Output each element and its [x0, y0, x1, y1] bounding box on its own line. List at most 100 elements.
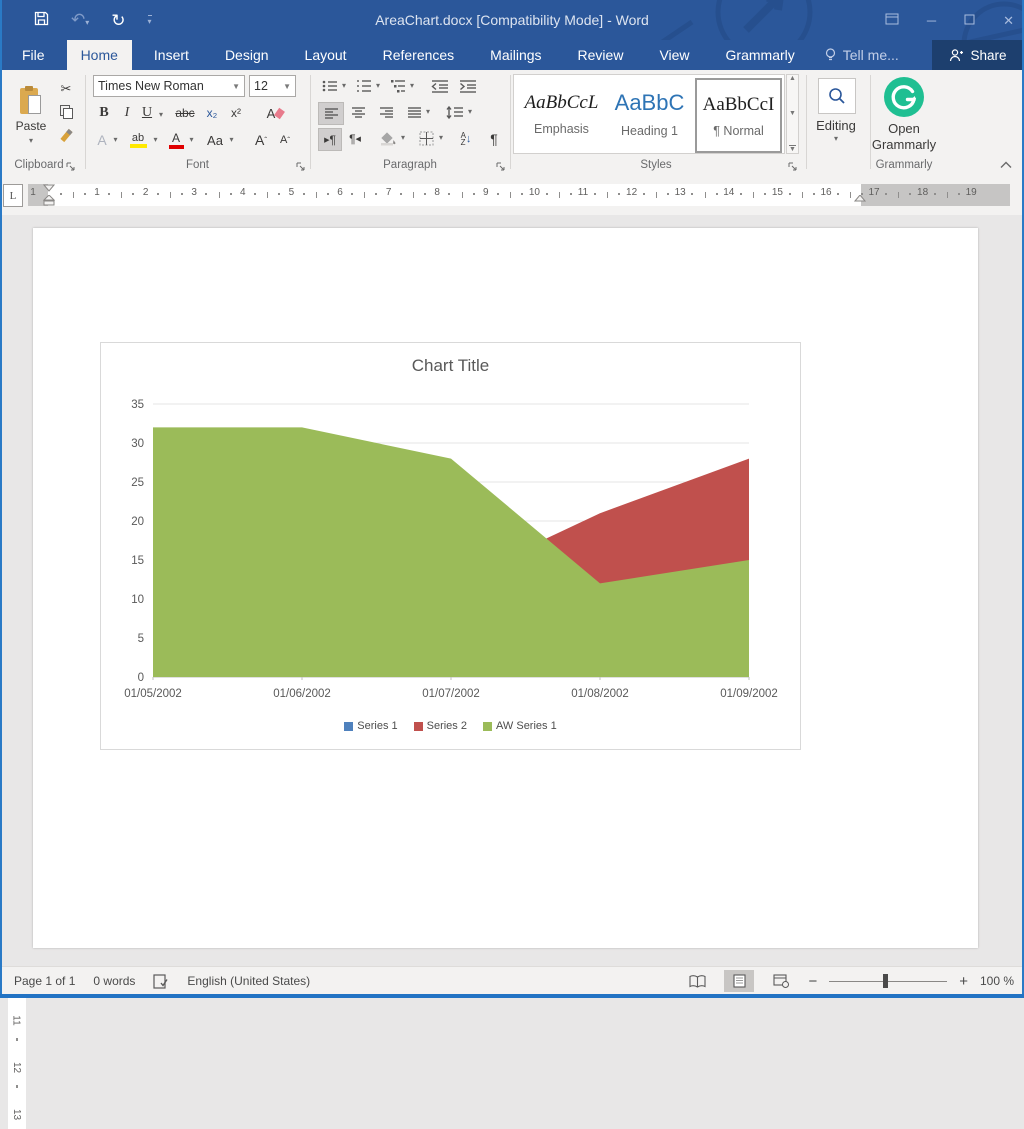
- zoom-in-button[interactable]: +: [959, 973, 968, 990]
- line-spacing-icon[interactable]: [442, 102, 468, 123]
- style-emphasis[interactable]: AaBbCcL Emphasis: [519, 78, 604, 149]
- strikethrough-button[interactable]: abc: [172, 104, 198, 122]
- justify-caret[interactable]: ▾: [426, 107, 430, 116]
- subscript-button[interactable]: x₂: [202, 104, 222, 122]
- minimize-icon[interactable]: ─: [927, 14, 936, 27]
- zoom-level[interactable]: 100 %: [980, 974, 1014, 988]
- undo-button[interactable]: ↶▾: [71, 11, 89, 30]
- ltr-paragraph-button[interactable]: ▶¶: [318, 128, 342, 151]
- highlight-color-button[interactable]: ab: [126, 128, 150, 152]
- paragraph-dialog-launcher-icon[interactable]: [496, 162, 506, 172]
- customize-qat-icon[interactable]: ▾: [148, 15, 152, 26]
- tab-mailings[interactable]: Mailings: [476, 40, 555, 70]
- hanging-indent-marker[interactable]: [43, 195, 55, 206]
- numbered-list-caret[interactable]: ▾: [376, 81, 380, 90]
- style-normal[interactable]: AaBbCcI ¶ Normal: [695, 78, 782, 153]
- tab-grammarly[interactable]: Grammarly: [712, 40, 809, 70]
- collapse-ribbon-icon[interactable]: [1000, 161, 1012, 169]
- rtl-paragraph-button[interactable]: ¶◀: [344, 128, 366, 149]
- grammarly-logo-icon[interactable]: [882, 75, 926, 119]
- tab-insert[interactable]: Insert: [140, 40, 203, 70]
- zoom-out-button[interactable]: −: [808, 973, 817, 990]
- web-layout-icon[interactable]: [766, 970, 796, 992]
- tab-file[interactable]: File: [8, 40, 59, 70]
- underline-caret[interactable]: ▾: [156, 108, 166, 120]
- italic-button[interactable]: I: [118, 103, 136, 123]
- justify-button[interactable]: [402, 102, 426, 123]
- borders-caret[interactable]: ▾: [439, 133, 443, 142]
- word-count[interactable]: 0 words: [93, 974, 135, 988]
- zoom-slider-thumb[interactable]: [883, 974, 888, 988]
- clear-formatting-button[interactable]: A: [264, 103, 286, 123]
- scroll-up-icon[interactable]: ▲: [789, 75, 796, 82]
- paste-dropdown-caret[interactable]: ▾: [29, 136, 33, 145]
- numbered-list-icon[interactable]: [352, 76, 376, 96]
- cut-icon[interactable]: ✂: [56, 80, 76, 98]
- copy-icon[interactable]: [56, 102, 76, 120]
- borders-icon[interactable]: [414, 128, 438, 149]
- font-color-button[interactable]: A: [166, 128, 186, 152]
- proofing-status-icon[interactable]: [153, 974, 169, 989]
- style-heading-1[interactable]: AaBbC Heading 1: [607, 78, 692, 149]
- shading-caret[interactable]: ▾: [401, 133, 405, 142]
- language-indicator[interactable]: English (United States): [187, 974, 310, 988]
- clipboard-dialog-launcher-icon[interactable]: [66, 162, 76, 172]
- shading-bucket-icon[interactable]: [376, 128, 400, 149]
- bullet-list-icon[interactable]: [318, 76, 342, 96]
- editing-search-icon[interactable]: [818, 78, 856, 114]
- change-case-caret[interactable]: ▾: [227, 135, 236, 144]
- tab-layout[interactable]: Layout: [291, 40, 361, 70]
- font-size-combo[interactable]: 12▼: [249, 75, 296, 97]
- right-indent-marker[interactable]: [854, 195, 866, 203]
- font-color-caret[interactable]: ▾: [187, 135, 196, 144]
- save-icon[interactable]: [34, 11, 49, 29]
- chart-object[interactable]: Chart Title 0510152025303501/05/200201/0…: [100, 342, 801, 750]
- tab-design[interactable]: Design: [211, 40, 283, 70]
- page-count[interactable]: Page 1 of 1: [14, 974, 75, 988]
- read-mode-icon[interactable]: [682, 970, 712, 992]
- scroll-down-icon[interactable]: ▼: [789, 110, 796, 117]
- tab-stop-selector[interactable]: L: [3, 184, 23, 207]
- redo-icon[interactable]: ↻: [111, 12, 125, 29]
- print-layout-icon[interactable]: [724, 970, 754, 992]
- tab-review[interactable]: Review: [564, 40, 638, 70]
- line-spacing-caret[interactable]: ▾: [468, 107, 472, 116]
- shrink-font-button[interactable]: Aˆ: [276, 130, 294, 150]
- superscript-button[interactable]: x²: [226, 104, 246, 122]
- editing-button-label[interactable]: Editing: [806, 116, 866, 134]
- underline-button[interactable]: U: [138, 103, 156, 123]
- share-button[interactable]: Share: [932, 40, 1024, 70]
- font-dialog-launcher-icon[interactable]: [296, 162, 306, 172]
- grow-font-button[interactable]: Aˆ: [252, 130, 270, 150]
- tab-home[interactable]: Home: [67, 40, 132, 70]
- highlight-caret[interactable]: ▾: [151, 135, 160, 144]
- tell-me-box[interactable]: Tell me...: [809, 40, 899, 70]
- increase-indent-icon[interactable]: [456, 76, 480, 96]
- bullet-list-caret[interactable]: ▾: [342, 81, 346, 90]
- gallery-expand-icon[interactable]: ▼: [789, 145, 796, 153]
- editing-caret[interactable]: ▾: [830, 134, 842, 143]
- multilevel-list-icon[interactable]: [386, 76, 410, 96]
- document-page[interactable]: Chart Title 0510152025303501/05/200201/0…: [33, 228, 978, 948]
- open-grammarly-line1[interactable]: Open: [868, 120, 940, 136]
- document-area[interactable]: Chart Title 0510152025303501/05/200201/0…: [0, 215, 1024, 966]
- text-effects-button[interactable]: A: [93, 130, 111, 150]
- text-effects-caret[interactable]: ▾: [111, 135, 120, 144]
- align-center-button[interactable]: [346, 102, 370, 123]
- tab-view[interactable]: View: [645, 40, 703, 70]
- horizontal-ruler[interactable]: 112345678910111213141516171819: [28, 184, 1010, 206]
- sort-icon[interactable]: AZ ↓: [454, 128, 478, 149]
- change-case-button[interactable]: Aa: [204, 130, 226, 150]
- decrease-indent-icon[interactable]: [428, 76, 452, 96]
- styles-dialog-launcher-icon[interactable]: [788, 162, 798, 172]
- first-line-indent-marker[interactable]: [43, 184, 55, 192]
- zoom-slider[interactable]: [829, 981, 947, 982]
- align-left-button[interactable]: [318, 102, 344, 125]
- font-name-combo[interactable]: Times New Roman▼: [93, 75, 245, 97]
- format-painter-icon[interactable]: [56, 126, 76, 144]
- show-paragraph-marks-button[interactable]: ¶: [484, 128, 504, 149]
- paste-button[interactable]: Paste ▾: [8, 76, 54, 154]
- bold-button[interactable]: B: [94, 103, 114, 123]
- open-grammarly-line2[interactable]: Grammarly: [868, 136, 940, 152]
- tab-references[interactable]: References: [369, 40, 469, 70]
